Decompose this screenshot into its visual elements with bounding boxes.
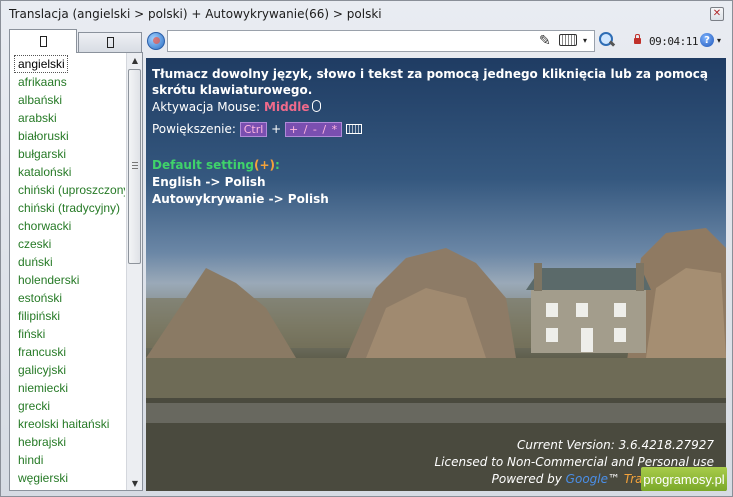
language-item[interactable]: węgierski xyxy=(12,469,125,487)
language-item[interactable]: fiński xyxy=(12,325,125,343)
language-item[interactable]: kataloński xyxy=(12,163,125,181)
app-window: Translacja (angielski > polski) + Autowy… xyxy=(0,0,733,497)
help-dropdown-icon[interactable]: ▾ xyxy=(717,36,721,45)
language-panel: angielski afrikaans albański arabski białoru… xyxy=(9,29,143,491)
search-icon[interactable] xyxy=(599,32,614,47)
default-setting-colon: : xyxy=(275,158,280,172)
tab-target-language[interactable] xyxy=(78,32,142,52)
keyboard-icon xyxy=(346,124,363,134)
language-item[interactable]: francuski xyxy=(12,343,125,361)
language-item[interactable]: filipiński xyxy=(12,307,125,325)
scroll-down-icon[interactable]: ▼ xyxy=(127,476,142,490)
language-item[interactable]: czeski xyxy=(12,235,125,253)
mouse-icon xyxy=(311,100,321,112)
tab-glyph-icon xyxy=(106,37,114,48)
close-button[interactable]: ✕ xyxy=(710,7,724,21)
default-setting-line: Default setting(+): xyxy=(152,158,280,172)
language-item[interactable]: hebrajski xyxy=(12,433,125,451)
language-item[interactable]: galicyjski xyxy=(12,361,125,379)
google-link[interactable]: Google xyxy=(566,472,608,486)
zoom-label: Powiększenie: xyxy=(152,122,240,136)
language-item[interactable]: angielski xyxy=(14,55,68,73)
clock-display: 09:04:11 xyxy=(649,35,698,48)
language-item[interactable]: chiński (tradycyjny) xyxy=(12,199,125,217)
language-item[interactable]: arabski xyxy=(12,109,125,127)
language-list: angielski afrikaans albański arabski białoru… xyxy=(12,55,125,487)
powered-tm: ™ xyxy=(608,472,624,486)
intro-text: Tłumacz dowolny język, słowo i tekst za … xyxy=(152,67,708,97)
language-item[interactable]: białoruski xyxy=(12,127,125,145)
watermark-logo: programosy.pl xyxy=(641,467,727,491)
tab-glyph-icon xyxy=(39,36,47,47)
powered-prefix: Powered by xyxy=(491,472,566,486)
pen-icon[interactable]: ✎ xyxy=(539,33,551,49)
default-setting-toggle[interactable]: (+) xyxy=(254,158,275,172)
translation-display: Tłumacz dowolny język, słowo i tekst za … xyxy=(146,58,726,491)
keyboard-dropdown-icon[interactable]: ▾ xyxy=(583,36,587,45)
language-item[interactable]: chiński (uproszczony) xyxy=(12,181,125,199)
scroll-grip-icon xyxy=(132,162,138,169)
default-setting-label: Default setting xyxy=(152,158,254,172)
text-input[interactable] xyxy=(167,30,595,52)
activation-value: Middle xyxy=(264,100,310,114)
language-pair-2: Autowykrywanie -> Polish xyxy=(152,192,329,206)
zoom-ctrl-key: Ctrl xyxy=(239,122,268,137)
language-item[interactable]: holenderski xyxy=(12,271,125,289)
language-item[interactable]: chorwacki xyxy=(12,217,125,235)
language-pair-1: English -> Polish xyxy=(152,175,266,189)
language-list-scrollbar[interactable]: ▲ ▼ xyxy=(126,53,142,490)
title-bar: Translacja (angielski > polski) + Autowy… xyxy=(1,1,732,27)
language-item[interactable]: hindi xyxy=(12,451,125,469)
lock-icon[interactable] xyxy=(634,34,641,44)
language-item[interactable]: estoński xyxy=(12,289,125,307)
tab-source-language[interactable] xyxy=(9,29,77,53)
language-item[interactable]: niemiecki xyxy=(12,379,125,397)
language-item[interactable]: afrikaans xyxy=(12,73,125,91)
scroll-up-icon[interactable]: ▲ xyxy=(127,53,142,67)
language-item[interactable]: grecki xyxy=(12,397,125,415)
language-listbox[interactable]: angielski afrikaans albański arabski białoru… xyxy=(9,52,143,491)
language-item[interactable]: kreolski haitański xyxy=(12,415,125,433)
zoom-plus: + xyxy=(267,122,286,136)
version-text: Current Version: 3.6.4218.27927 xyxy=(517,438,714,452)
activation-line: Aktywacja Mouse: Middle xyxy=(152,100,321,114)
globe-icon[interactable] xyxy=(147,32,165,50)
zoom-keys: + / - / * xyxy=(285,122,343,137)
help-icon[interactable]: ? xyxy=(700,33,714,47)
close-icon: ✕ xyxy=(712,8,722,19)
zoom-line: Powiększenie: Ctrl + + / - / * xyxy=(152,122,363,137)
activation-label: Aktywacja Mouse: xyxy=(152,100,265,114)
language-item[interactable]: albański xyxy=(12,91,125,109)
scroll-thumb[interactable] xyxy=(128,69,141,264)
window-title: Translacja (angielski > polski) + Autowy… xyxy=(9,7,382,21)
language-item[interactable]: bułgarski xyxy=(12,145,125,163)
language-item[interactable]: duński xyxy=(12,253,125,271)
keyboard-icon[interactable] xyxy=(559,34,577,46)
